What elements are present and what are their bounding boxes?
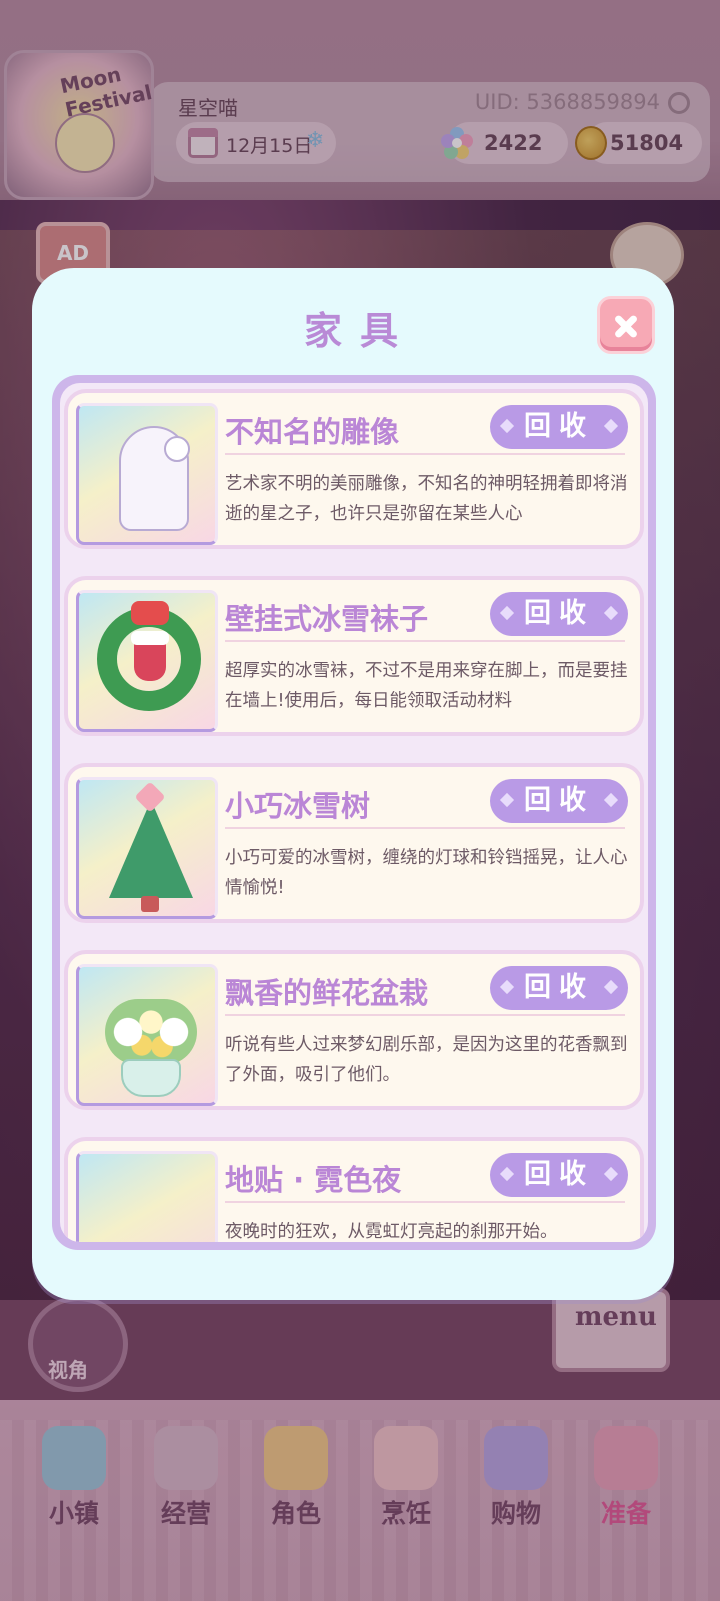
- flower-icon: [105, 999, 197, 1065]
- item-name: 飘香的鲜花盆栽: [225, 976, 429, 1010]
- item-thumbnail: [76, 964, 218, 1106]
- recycle-button[interactable]: 回收: [490, 592, 628, 636]
- close-button[interactable]: [597, 296, 655, 354]
- item-description: 超厚实的冰雪袜，不过不是用来穿在脚上，而是要挂在墙上!使用后，每日能领取活动材料: [225, 661, 628, 711]
- item-description: 夜晚时的狂欢，从霓虹灯亮起的刹那开始。: [225, 1222, 558, 1242]
- item-name: 不知名的雕像: [225, 415, 400, 449]
- item-divider: [225, 1201, 625, 1203]
- bow-icon: [131, 601, 169, 625]
- tree-icon: [109, 800, 193, 898]
- list-item: 不知名的雕像 回收 艺术家不明的美丽雕像，不知名的神明轻拥着即将消逝的星之子，也…: [64, 389, 644, 549]
- list-item: 地贴 · 霓色夜 回收 夜晚时的狂欢，从霓虹灯亮起的刹那开始。: [64, 1137, 644, 1242]
- list-item: 飘香的鲜花盆栽 回收 听说有些人过来梦幻剧乐部，是因为这里的花香飘到了外面，吸引…: [64, 950, 644, 1110]
- item-divider: [225, 1014, 625, 1016]
- recycle-button[interactable]: 回收: [490, 405, 628, 449]
- item-thumbnail: [76, 590, 218, 732]
- item-divider: [225, 453, 625, 455]
- tree-trunk: [141, 896, 159, 912]
- recycle-button[interactable]: 回收: [490, 779, 628, 823]
- recycle-button[interactable]: 回收: [490, 1153, 628, 1197]
- item-thumbnail: [76, 777, 218, 919]
- recycle-button[interactable]: 回收: [490, 966, 628, 1010]
- item-name: 小巧冰雪树: [225, 789, 371, 823]
- list-item: 小巧冰雪树 回收 小巧可爱的冰雪树，缠绕的灯球和铃铛摇晃，让人心情愉悦!: [64, 763, 644, 923]
- item-divider: [225, 827, 625, 829]
- list-item: 壁挂式冰雪袜子 回收 超厚实的冰雪袜，不过不是用来穿在脚上，而是要挂在墙上!使用…: [64, 576, 644, 736]
- flower-pot: [121, 1059, 181, 1097]
- item-description: 小巧可爱的冰雪树，缠绕的灯球和铃铛摇晃，让人心情愉悦!: [225, 848, 628, 898]
- stocking-cuff: [131, 631, 169, 645]
- item-description: 听说有些人过来梦幻剧乐部，是因为这里的花香飘到了外面，吸引了他们。: [225, 1035, 628, 1085]
- item-thumbnail: [76, 403, 218, 545]
- item-name: 壁挂式冰雪袜子: [225, 602, 429, 636]
- item-description: 艺术家不明的美丽雕像，不知名的神明轻拥着即将消逝的星之子，也许只是弥留在某些人心: [225, 474, 628, 524]
- statue-head: [164, 436, 190, 462]
- item-name: 地贴 · 霓色夜: [225, 1163, 402, 1197]
- furniture-list-scroll[interactable]: 不知名的雕像 回收 艺术家不明的美丽雕像，不知名的神明轻拥着即将消逝的星之子，也…: [60, 383, 648, 1242]
- item-thumbnail: [76, 1151, 218, 1242]
- furniture-list[interactable]: 不知名的雕像 回收 艺术家不明的美丽雕像，不知名的神明轻拥着即将消逝的星之子，也…: [52, 375, 656, 1250]
- item-divider: [225, 640, 625, 642]
